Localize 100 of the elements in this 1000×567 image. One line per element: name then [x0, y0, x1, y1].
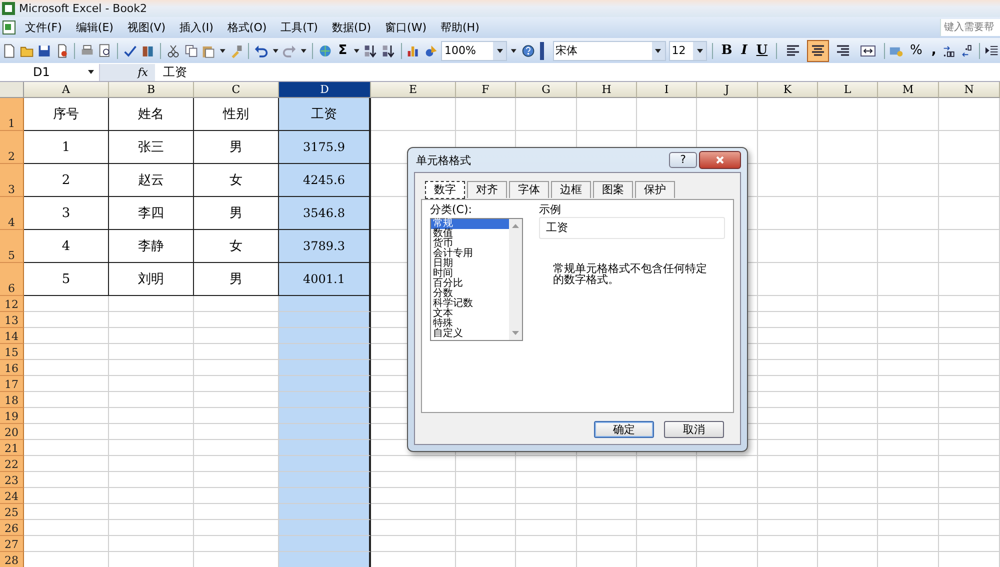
row-header[interactable]: 18 [0, 392, 24, 408]
dialog-tab[interactable]: 数字 [425, 181, 465, 199]
category-item[interactable]: 分数 [431, 289, 509, 299]
dialog-tab[interactable]: 图案 [593, 181, 633, 198]
align-center-icon[interactable] [810, 42, 826, 58]
category-item[interactable]: 货币 [431, 239, 509, 249]
column-header[interactable]: B [109, 82, 194, 98]
category-item[interactable]: 日期 [431, 259, 509, 269]
row-header[interactable]: 28 [0, 552, 24, 567]
row-header[interactable]: 26 [0, 520, 24, 536]
new-document-icon[interactable] [2, 42, 17, 58]
menu-item[interactable]: 文件(F) [18, 20, 69, 35]
dropdown-arrow-icon[interactable] [272, 46, 280, 54]
decrease-decimal-icon[interactable] [960, 42, 974, 58]
menu-item[interactable]: 窗口(W) [378, 20, 434, 35]
category-list[interactable]: 常规 数值 货币 会计专用 日期 时间 百分比 分数 科学记数 文本 特殊 自定义 [430, 218, 523, 341]
category-item[interactable]: 文本 [431, 309, 509, 319]
excel-icon[interactable] [1, 1, 16, 16]
category-item[interactable]: 自定义 [431, 329, 509, 339]
row-header[interactable]: 23 [0, 472, 24, 488]
row-header[interactable]: 3 [0, 164, 24, 197]
row-header[interactable]: 19 [0, 408, 24, 424]
menu-item[interactable]: 格式(O) [220, 20, 274, 35]
zoom-dropdown[interactable]: 100% [441, 40, 508, 60]
formula-field[interactable]: 工资 [155, 64, 187, 80]
dialog-tab[interactable]: 字体 [509, 181, 549, 198]
dropdown-arrow-icon[interactable] [654, 46, 662, 54]
column-header[interactable]: L [818, 82, 878, 98]
column-header[interactable]: M [878, 82, 939, 98]
merge-center-icon[interactable] [860, 42, 876, 58]
dropdown-arrow-icon[interactable] [218, 46, 226, 54]
column-header[interactable]: D [279, 82, 371, 98]
bold-button[interactable]: B [718, 43, 736, 58]
percent-button[interactable]: % [906, 43, 926, 58]
dialog-tab[interactable]: 对齐 [467, 181, 507, 198]
close-button[interactable] [699, 151, 741, 169]
row-header[interactable]: 2 [0, 131, 24, 164]
copy-icon[interactable] [184, 42, 198, 58]
category-item[interactable]: 时间 [431, 269, 509, 279]
category-item[interactable]: 百分比 [431, 279, 509, 289]
dropdown-arrow-icon[interactable] [696, 46, 704, 54]
row-header[interactable]: 4 [0, 197, 24, 230]
align-left-icon[interactable] [784, 42, 801, 58]
category-item[interactable]: 会计专用 [431, 249, 509, 259]
menu-item[interactable]: 视图(V) [120, 20, 173, 35]
dropdown-arrow-icon[interactable] [87, 68, 95, 76]
row-header[interactable]: 16 [0, 360, 24, 376]
sheet-icon[interactable] [0, 19, 18, 36]
cut-icon[interactable] [166, 42, 180, 58]
row-header[interactable]: 5 [0, 230, 24, 263]
row-header[interactable]: 14 [0, 328, 24, 344]
column-header[interactable]: G [516, 82, 577, 98]
dialog-tab[interactable]: 保护 [635, 181, 675, 198]
save-icon[interactable] [37, 42, 52, 58]
column-header[interactable]: A [24, 82, 109, 98]
row-header[interactable]: 20 [0, 424, 24, 440]
cancel-button[interactable]: 取消 [664, 421, 724, 438]
comma-button[interactable]: , [928, 43, 940, 58]
ok-button[interactable]: 确定 [594, 421, 654, 438]
row-header[interactable]: 27 [0, 536, 24, 552]
category-item[interactable]: 数值 [431, 229, 509, 239]
help-button[interactable]: ? [669, 152, 697, 168]
column-header[interactable]: E [371, 82, 456, 98]
help-icon[interactable] [520, 42, 536, 58]
row-header[interactable]: 1 [0, 98, 24, 131]
column-header[interactable]: I [637, 82, 697, 98]
insert-function-button[interactable]: fx [100, 64, 155, 80]
column-header[interactable]: H [577, 82, 637, 98]
menu-item[interactable]: 帮助(H) [434, 20, 486, 35]
column-header[interactable]: C [194, 82, 279, 98]
font-size-dropdown[interactable]: 12 [668, 40, 708, 60]
category-item[interactable]: 科学记数 [431, 299, 509, 309]
autosum-button[interactable]: Σ [335, 43, 350, 58]
row-header[interactable]: 24 [0, 488, 24, 504]
menu-item[interactable]: 数据(D) [324, 20, 378, 35]
column-header[interactable]: F [456, 82, 516, 98]
underline-button[interactable]: U [753, 43, 771, 58]
row-header[interactable]: 6 [0, 263, 24, 296]
column-header[interactable]: K [758, 82, 818, 98]
font-dropdown[interactable]: 宋体 [552, 40, 666, 60]
dropdown-arrow-icon[interactable] [353, 46, 360, 54]
menu-item[interactable]: 工具(T) [274, 20, 325, 35]
row-header[interactable]: 25 [0, 504, 24, 520]
column-header[interactable]: J [697, 82, 758, 98]
row-header[interactable]: 13 [0, 312, 24, 328]
sort-ascending-icon[interactable] [363, 42, 378, 58]
print-preview-icon[interactable] [98, 42, 112, 58]
row-header[interactable]: 12 [0, 296, 24, 312]
category-item[interactable]: 常规 [431, 219, 509, 229]
italic-button[interactable]: I [738, 43, 750, 58]
menu-item[interactable]: 编辑(E) [68, 20, 120, 35]
column-header[interactable]: N [939, 82, 1000, 98]
category-item[interactable]: 特殊 [431, 319, 509, 329]
align-right-icon[interactable] [834, 42, 851, 58]
dialog-tab[interactable]: 边框 [551, 181, 591, 198]
row-header[interactable]: 15 [0, 344, 24, 360]
row-header[interactable]: 22 [0, 456, 24, 472]
dropdown-arrow-icon[interactable] [300, 46, 307, 54]
row-header[interactable]: 21 [0, 440, 24, 456]
sort-descending-icon[interactable] [380, 42, 396, 58]
